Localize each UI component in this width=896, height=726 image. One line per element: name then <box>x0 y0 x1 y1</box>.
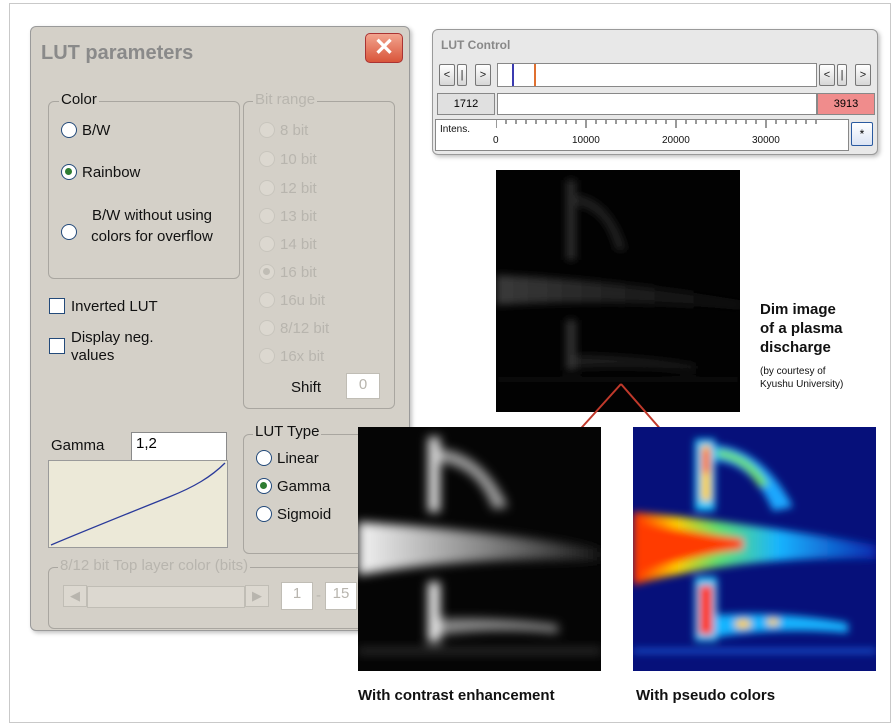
radio-selected-icon <box>256 478 272 494</box>
color-option-bw-no-overflow[interactable]: B/W without using colors for overflow <box>61 205 222 247</box>
radio-icon <box>259 236 275 252</box>
radio-icon <box>259 348 275 364</box>
lut-type-sigmoid[interactable]: Sigmoid <box>256 506 331 523</box>
min-value-field[interactable]: 1712 <box>437 93 495 115</box>
bit-option-16u[interactable]: 16u bit <box>259 292 325 309</box>
bit-option-16x[interactable]: 16x bit <box>259 348 324 365</box>
bit-option-13[interactable]: 13 bit <box>259 208 317 225</box>
contrast-plasma-graphic <box>358 437 601 653</box>
gamma-input[interactable]: 1,2 <box>131 432 227 461</box>
dim-plasma-image <box>496 170 740 412</box>
radio-selected-icon <box>259 264 275 280</box>
display-neg-values-checkbox[interactable]: Display neg. values <box>49 329 154 365</box>
pseudo-plasma-graphic <box>633 439 876 653</box>
intensity-axis: Intens. 0 10000 20000 30000 <box>435 119 849 151</box>
axis-tick-label: 0 <box>493 135 499 146</box>
auto-scale-button[interactable]: * <box>851 122 873 146</box>
bit-option-10[interactable]: 10 bit <box>259 151 317 168</box>
lut-control-title: LUT Control <box>441 38 511 52</box>
lut-type-label: LUT Type <box>253 423 322 440</box>
lut-parameters-dialog: LUT parameters ✕ Color B/W Rainbow B/W w… <box>30 26 410 631</box>
dialog-title: LUT parameters <box>41 42 194 64</box>
checkbox-icon <box>49 298 65 314</box>
max-value-field[interactable]: 3913 <box>817 93 875 115</box>
bit-option-12[interactable]: 12 bit <box>259 180 317 197</box>
radio-icon <box>259 180 275 196</box>
contrast-enhanced-image <box>358 427 601 671</box>
lut-range-slider[interactable] <box>497 63 817 87</box>
bit-option-8-12[interactable]: 8/12 bit <box>259 320 329 337</box>
min-increase-button[interactable]: > <box>475 64 491 86</box>
min-marker[interactable] <box>512 64 514 86</box>
radio-selected-icon <box>61 164 77 180</box>
dim-plasma-graphic <box>496 180 740 381</box>
dim-image-caption: Dim image of a plasma discharge (by cour… <box>760 301 844 390</box>
radio-icon <box>259 320 275 336</box>
axis-tick-label: 10000 <box>572 135 600 146</box>
min-decrease-button[interactable]: < <box>439 64 455 86</box>
radio-icon <box>256 506 272 522</box>
shift-label: Shift <box>291 379 322 396</box>
radio-icon <box>259 122 275 138</box>
shift-input[interactable]: 0 <box>346 373 380 399</box>
scroll-right-button[interactable]: ▶ <box>245 585 269 607</box>
inverted-lut-checkbox[interactable]: Inverted LUT <box>49 298 158 315</box>
radio-icon <box>259 208 275 224</box>
gamma-curve <box>50 462 226 546</box>
pseudo-color-image <box>633 427 876 671</box>
axis-tick-label: 20000 <box>662 135 690 146</box>
max-decrease-button[interactable]: < <box>819 64 835 86</box>
close-button[interactable]: ✕ <box>365 33 403 63</box>
radio-icon <box>259 151 275 167</box>
max-grip-icon[interactable]: | <box>837 64 847 86</box>
axis-tick-label: 30000 <box>752 135 780 146</box>
scroll-left-button[interactable]: ◀ <box>63 585 87 607</box>
max-marker[interactable] <box>534 64 536 86</box>
top-layer-color-label: 8/12 bit Top layer color (bits) <box>58 557 251 574</box>
bit-option-14[interactable]: 14 bit <box>259 236 317 253</box>
radio-icon <box>256 450 272 466</box>
gamma-label: Gamma <box>51 437 105 454</box>
value-bar <box>497 93 817 115</box>
intens-label: Intens. <box>440 124 471 135</box>
bit-option-8[interactable]: 8 bit <box>259 122 308 139</box>
color-option-rainbow[interactable]: Rainbow <box>61 164 140 181</box>
checkbox-icon <box>49 338 65 354</box>
pseudo-caption: With pseudo colors <box>636 687 776 704</box>
top-layer-from-input[interactable]: 1 <box>281 582 313 610</box>
top-layer-to-input[interactable]: 15 <box>325 582 357 610</box>
min-grip-icon[interactable]: | <box>457 64 467 86</box>
max-increase-button[interactable]: > <box>855 64 871 86</box>
radio-icon <box>259 292 275 308</box>
lut-type-gamma[interactable]: Gamma <box>256 478 330 495</box>
axis-ticks <box>496 120 817 128</box>
color-group-label: Color <box>59 91 99 108</box>
lut-type-linear[interactable]: Linear <box>256 450 319 467</box>
bit-range-label: Bit range <box>253 91 318 108</box>
contrast-caption: With contrast enhancement <box>358 687 555 704</box>
range-separator: - <box>316 587 321 604</box>
lut-control-panel: LUT Control < | > < | > 1712 3913 Intens… <box>432 29 878 155</box>
radio-icon <box>61 224 77 240</box>
color-option-bw[interactable]: B/W <box>61 122 110 139</box>
top-layer-scrollbar[interactable] <box>87 586 245 608</box>
radio-icon <box>61 122 77 138</box>
gamma-curve-preview <box>48 460 228 548</box>
bit-option-16[interactable]: 16 bit <box>259 264 317 281</box>
